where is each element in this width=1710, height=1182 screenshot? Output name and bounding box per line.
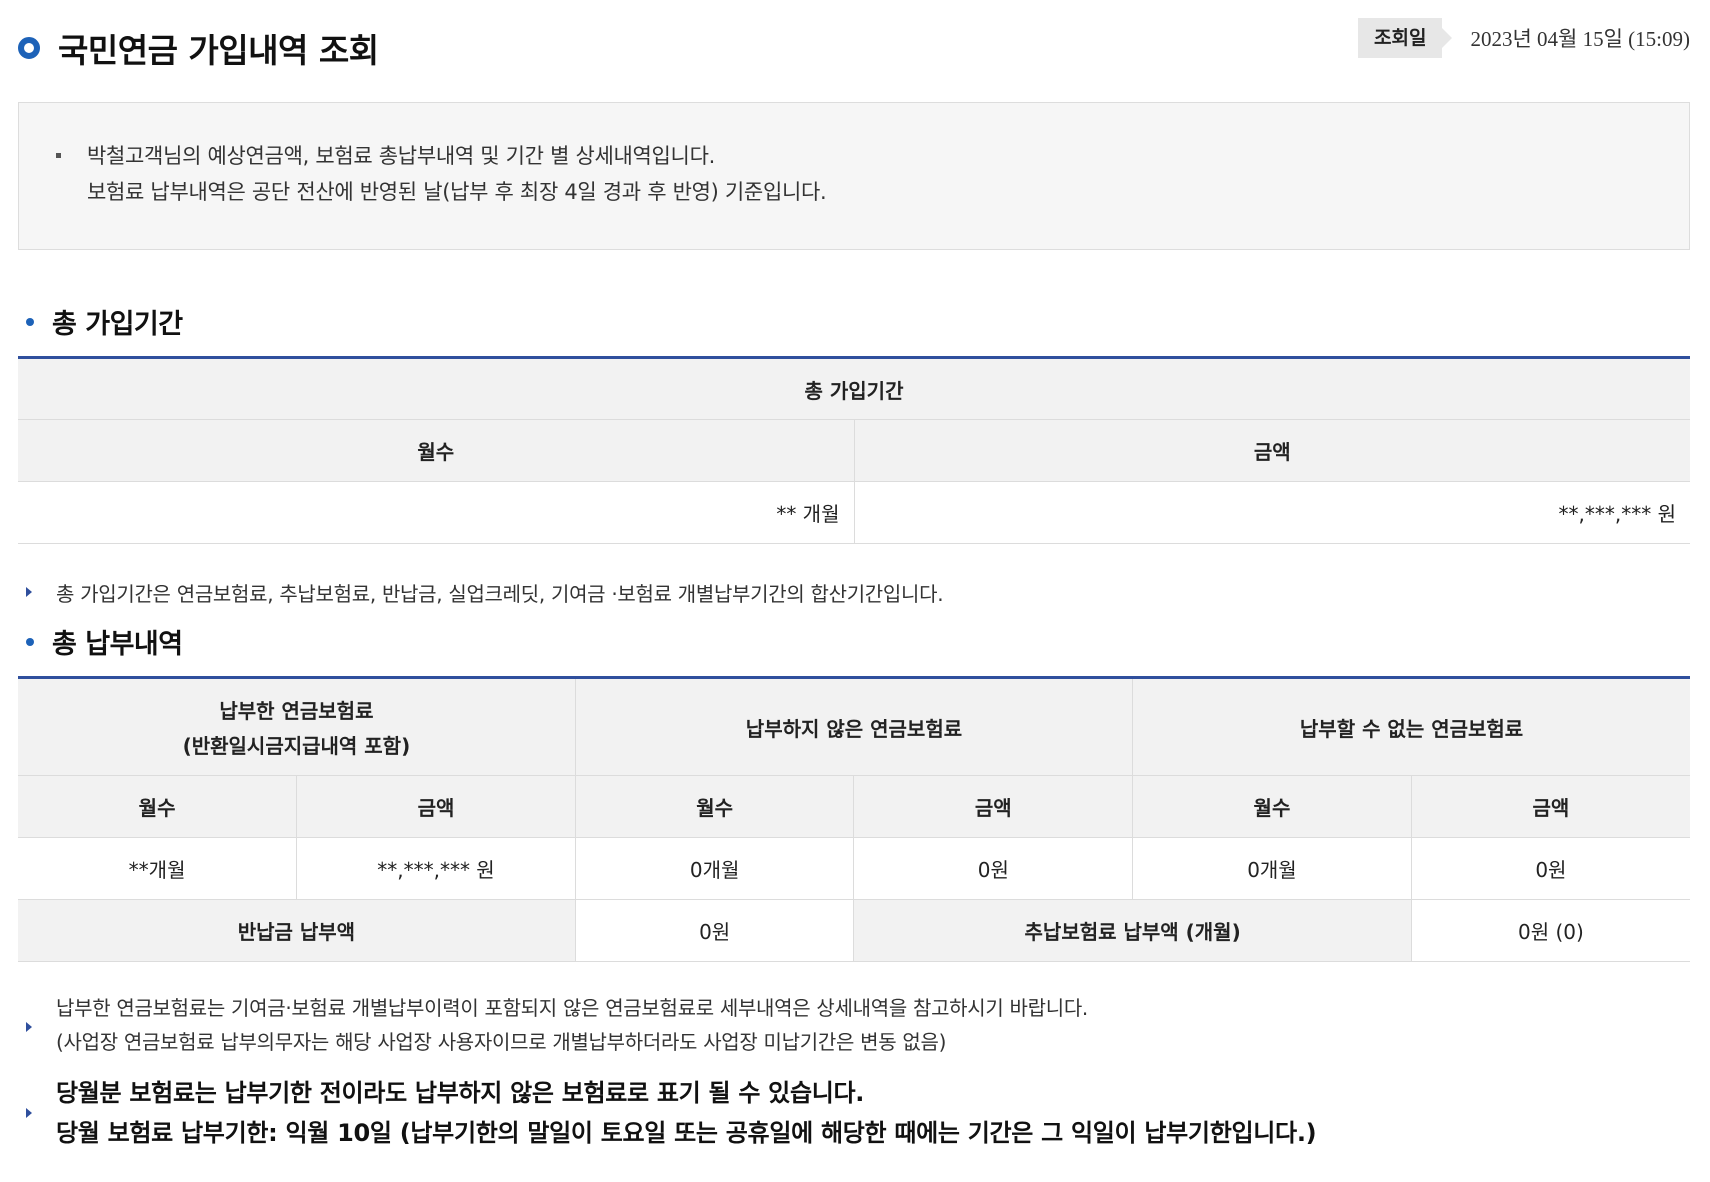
section-title-total-period: 총 가입기간 — [26, 302, 183, 341]
query-date-value: 2023년 04월 15일 (15:09) — [1470, 27, 1690, 51]
notice-line-2: 보험료 납부내역은 공단 전산에 반영된 날(납부 후 최장 4일 경과 후 반… — [87, 180, 827, 204]
footnote-2-line-2: 당월 보험료 납부기한: 익월 10일 (납부기한의 말일이 토요일 또는 공휴… — [56, 1119, 1317, 1147]
unpayable-months-value: 0개월 — [1132, 837, 1412, 900]
footnote-2-line-1: 당월분 보험료는 납부기한 전이라도 납부하지 않은 보험료로 표기 될 수 있… — [56, 1079, 865, 1107]
section-dot-icon — [26, 637, 34, 646]
query-date-label: 조회일 — [1358, 18, 1453, 58]
sub-header-months-1: 월수 — [18, 775, 298, 838]
group-unpayable-header: 납부할 수 없는 연금보험료 — [1132, 677, 1690, 776]
total-period-header: 총 가입기간 — [18, 357, 1690, 420]
unpaid-amount-value: 0원 — [853, 837, 1134, 900]
sub-header-months-3: 월수 — [1132, 775, 1412, 838]
group-paid-label-2: (반환일시금지급내역 포함) — [182, 734, 411, 758]
section-title-text: 총 가입기간 — [52, 309, 183, 340]
extra-payment-value: 0원 (0) — [1410, 899, 1690, 962]
arrow-right-icon — [26, 1022, 32, 1032]
page-header: 국민연금 가입내역 조회 조회일 2023년 04월 15일 (15:09) — [18, 18, 1690, 74]
refund-label: 반납금 납부액 — [18, 899, 576, 962]
arrow-right-icon — [26, 1108, 32, 1118]
section-title-text: 총 납부내역 — [52, 629, 183, 660]
total-period-note-text: 총 가입기간은 연금보험료, 추납보험료, 반납금, 실업크레딧, 기여금 ·보… — [56, 582, 944, 606]
total-payment-table: 납부한 연금보험료 (반환일시금지급내역 포함) 납부하지 않은 연금보험료 납… — [18, 676, 1690, 962]
sub-header-amount-3: 금액 — [1410, 775, 1690, 838]
arrow-right-icon — [26, 587, 32, 597]
title-wrap: 국민연금 가입내역 조회 — [18, 24, 379, 72]
group-unpaid-header: 납부하지 않은 연금보험료 — [574, 677, 1134, 776]
query-date: 조회일 2023년 04월 15일 (15:09) — [1358, 18, 1690, 58]
col-amount-header: 금액 — [853, 419, 1690, 482]
group-paid-header: 납부한 연금보험료 (반환일시금지급내역 포함) — [18, 677, 576, 776]
sub-header-months-2: 월수 — [574, 775, 855, 838]
section-dot-icon — [26, 317, 34, 326]
title-circle-icon — [18, 37, 40, 59]
section-title-total-payment: 총 납부내역 — [26, 622, 183, 661]
total-period-table: 총 가입기간 월수 금액 ** 개월 **,***,*** 원 — [18, 356, 1690, 544]
total-months-value: ** 개월 — [18, 481, 855, 544]
footnote-1-line-1: 납부한 연금보험료는 기여금·보험료 개별납부이력이 포함되지 않은 연금보험료… — [56, 996, 1088, 1020]
notice-line-1: 박철고객님의 예상연금액, 보험료 총납부내역 및 기간 별 상세내역입니다. — [87, 144, 715, 168]
extra-payment-label: 추납보험료 납부액 (개월) — [853, 899, 1412, 962]
paid-amount-value: **,***,*** 원 — [296, 837, 576, 900]
notice-box: 박철고객님의 예상연금액, 보험료 총납부내역 및 기간 별 상세내역입니다. … — [18, 102, 1690, 250]
sub-header-amount-1: 금액 — [296, 775, 576, 838]
refund-value: 0원 — [574, 899, 855, 962]
unpaid-months-value: 0개월 — [574, 837, 855, 900]
square-bullet-icon — [56, 153, 61, 158]
col-months-header: 월수 — [18, 419, 855, 482]
sub-header-amount-2: 금액 — [853, 775, 1134, 838]
group-paid-label-1: 납부한 연금보험료 — [219, 699, 374, 723]
total-amount-value: **,***,*** 원 — [853, 481, 1690, 544]
unpayable-amount-value: 0원 — [1410, 837, 1690, 900]
page-title: 국민연금 가입내역 조회 — [58, 31, 379, 70]
footnote-1-line-2: (사업장 연금보험료 납부의무자는 해당 사업장 사용자이므로 개별납부하더라도… — [56, 1030, 947, 1054]
paid-months-value: **개월 — [18, 837, 298, 900]
